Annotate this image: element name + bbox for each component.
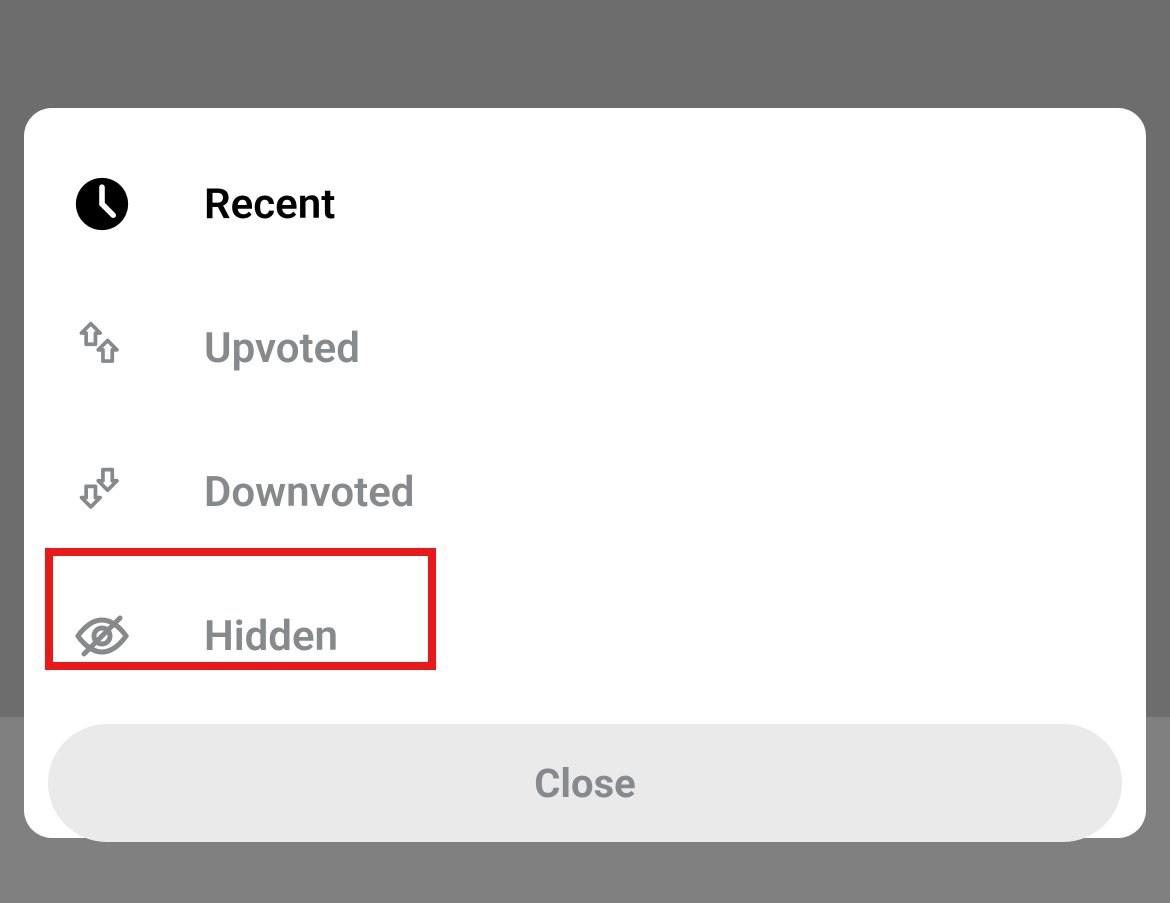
option-hidden[interactable]: Hidden — [48, 564, 1122, 708]
close-label: Close — [534, 760, 635, 807]
filter-modal: Recent Upvoted — [24, 108, 1146, 838]
option-label-upvoted: Upvoted — [204, 324, 360, 373]
option-downvoted[interactable]: Downvoted — [48, 420, 1122, 564]
hidden-icon — [72, 606, 132, 666]
option-label-hidden: Hidden — [204, 612, 338, 661]
downvote-icon — [72, 462, 132, 522]
option-recent[interactable]: Recent — [48, 132, 1122, 276]
option-label-recent: Recent — [204, 180, 335, 229]
option-label-downvoted: Downvoted — [204, 468, 414, 517]
close-button[interactable]: Close — [48, 724, 1122, 842]
option-upvoted[interactable]: Upvoted — [48, 276, 1122, 420]
upvote-icon — [72, 318, 132, 378]
clock-icon — [72, 174, 132, 234]
